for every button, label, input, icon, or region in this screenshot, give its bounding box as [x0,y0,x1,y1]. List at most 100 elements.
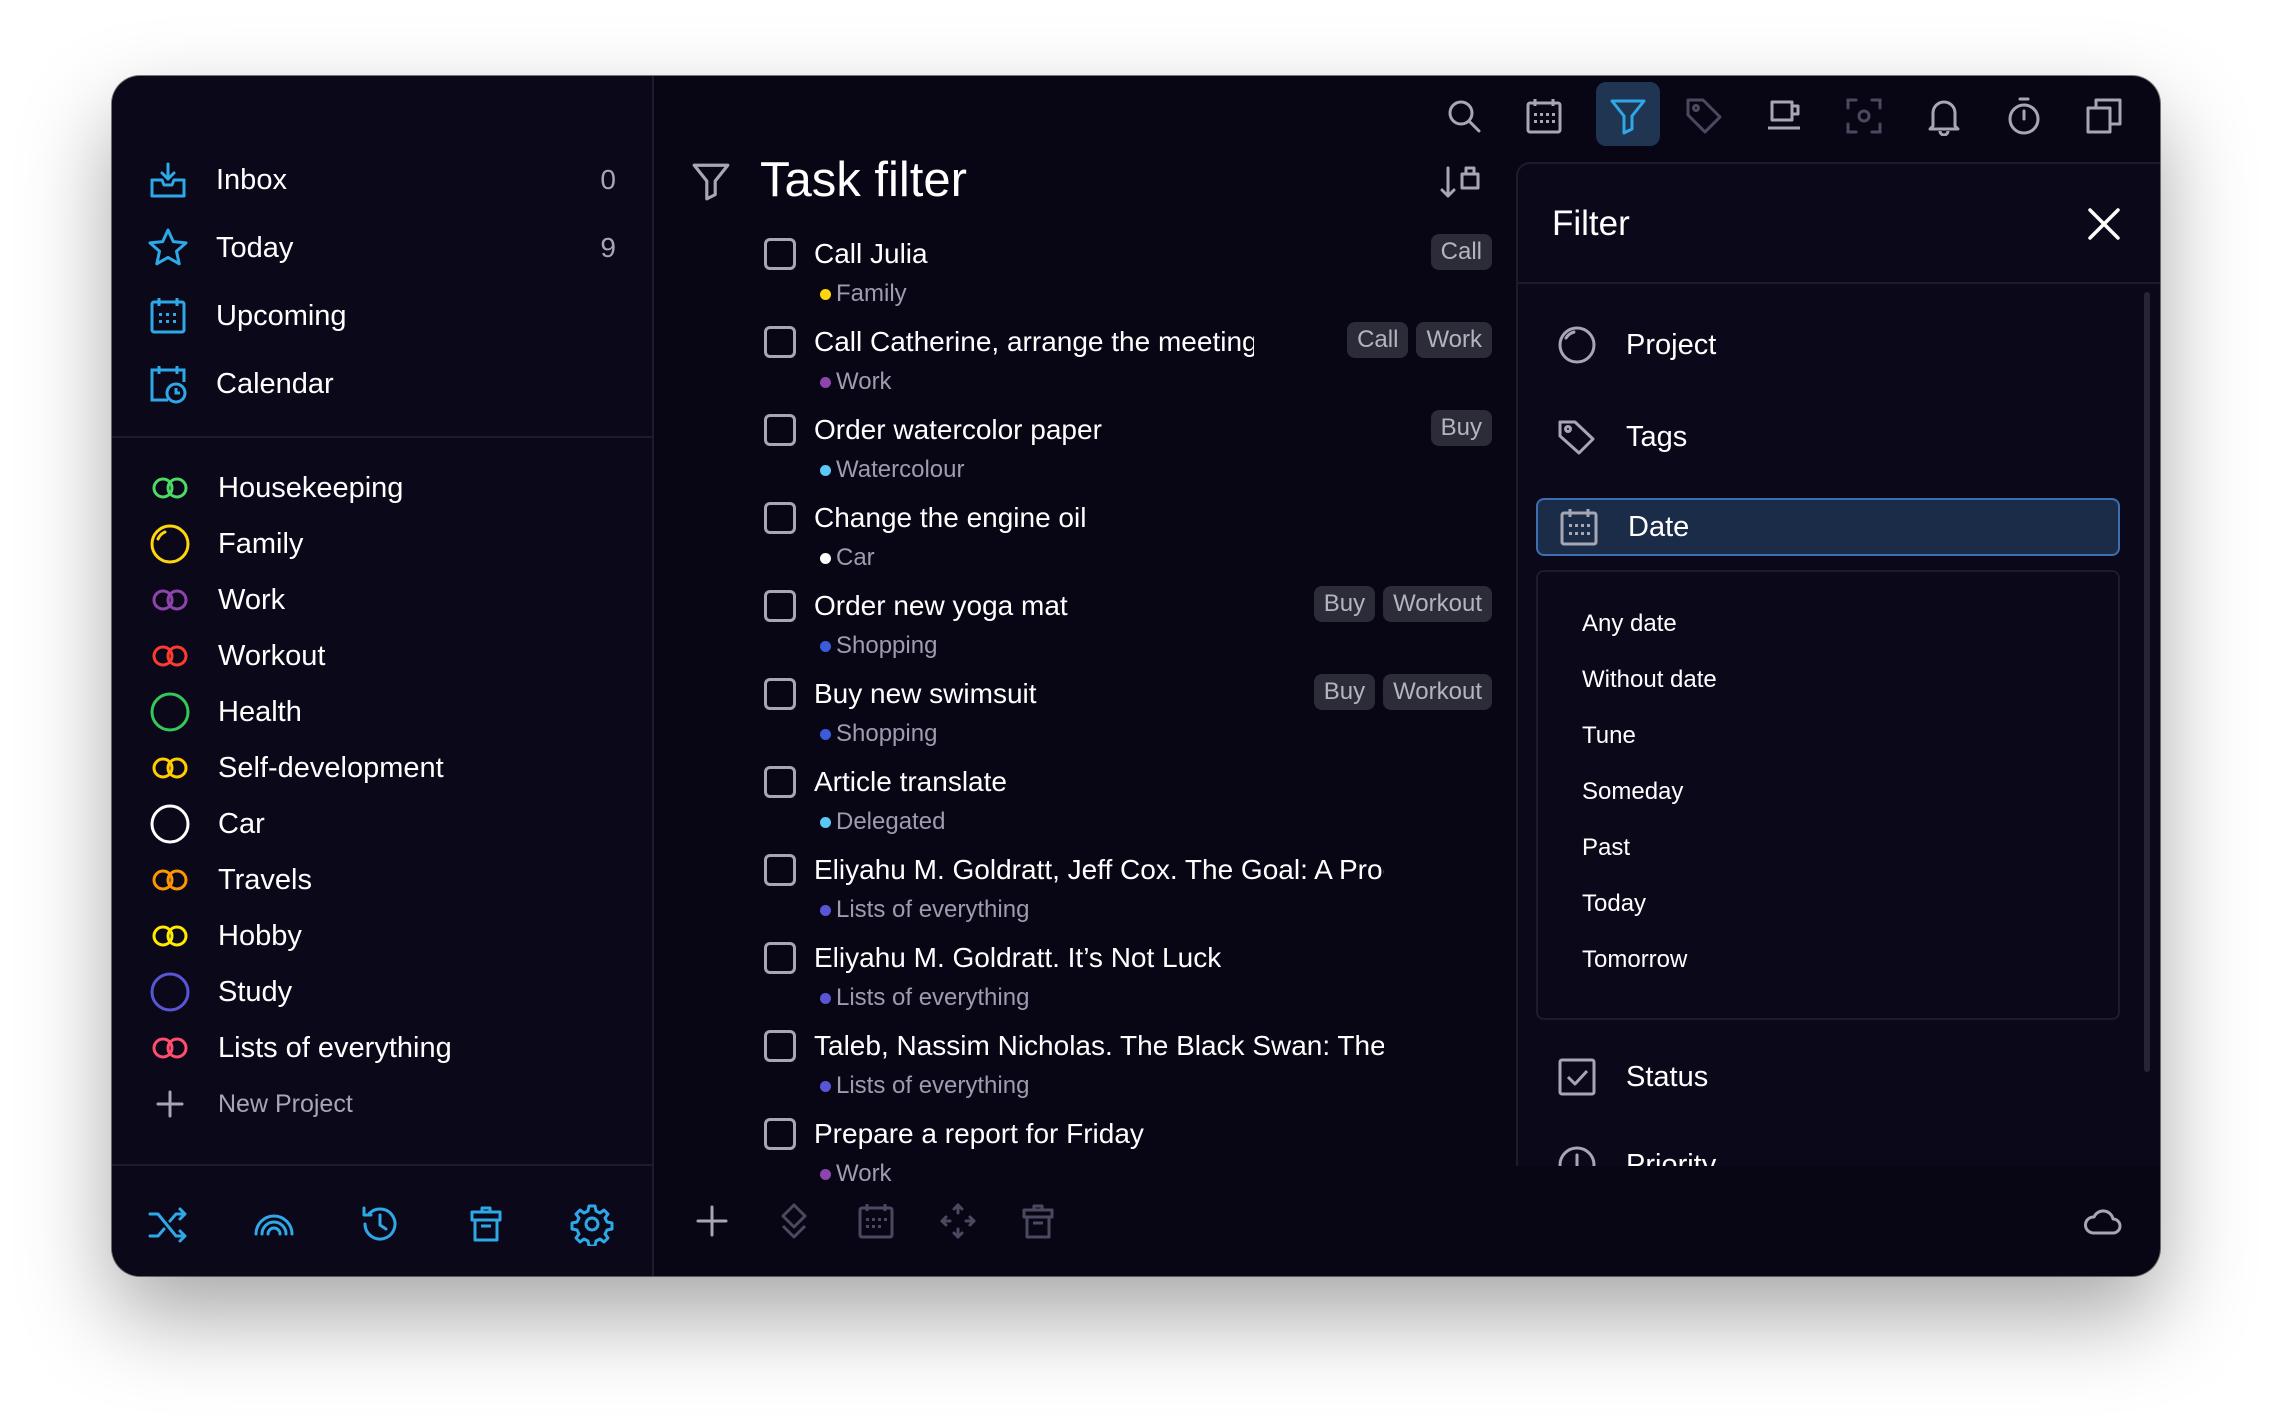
timer-icon[interactable] [2004,96,2044,136]
filter-row-priority[interactable]: Priority [1536,1136,2120,1166]
date-option-tomorrow[interactable]: Tomorrow [1582,946,1687,974]
coffee-icon[interactable] [1764,96,1804,136]
move-icon[interactable] [938,1201,978,1241]
rainbow-icon[interactable] [252,1202,296,1246]
task-checkbox[interactable] [764,854,796,886]
sidebar-item-inbox[interactable]: Inbox 0 [112,146,652,214]
task-row[interactable]: Prepare a report for Friday Work [762,1114,1512,1202]
cloud-sync-icon[interactable] [2082,1201,2122,1241]
filter-scrollbar[interactable] [2144,292,2150,1072]
tag-chip[interactable]: Workout [1383,674,1492,710]
sidebar-item-today[interactable]: Today 9 [112,214,652,282]
task-row[interactable]: Order new yoga mat Shopping Buy Workout [762,586,1512,674]
filter-icon[interactable] [1608,96,1648,136]
date-option-past[interactable]: Past [1582,834,1630,862]
sidebar-project-item[interactable]: Family [112,516,652,572]
shuffle-icon[interactable] [146,1202,190,1246]
star-icon [148,228,188,266]
project-dot [820,905,831,916]
date-option-without-date[interactable]: Without date [1582,666,1717,694]
filter-panel: Filter Project Tags Date Any date Withou… [1516,162,2160,1166]
task-row[interactable]: Taleb, Nassim Nicholas. The Black Swan: … [762,1026,1512,1114]
sidebar-divider [112,436,652,438]
sidebar-project-item[interactable]: Housekeeping [112,460,652,516]
task-checkbox[interactable] [764,678,796,710]
tag-chip[interactable]: Call [1347,322,1409,358]
trash-icon[interactable] [1018,1201,1058,1241]
sidebar-project-item[interactable]: Car [112,796,652,852]
task-checkbox[interactable] [764,590,796,622]
sidebar-project-item[interactable]: Study [112,964,652,1020]
settings-icon[interactable] [570,1202,614,1246]
date-option-tune[interactable]: Tune [1582,722,1636,750]
windows-icon[interactable] [2084,96,2124,136]
filter-row-status[interactable]: Status [1536,1048,2120,1106]
sidebar-item-calendar[interactable]: Calendar [112,350,652,418]
tag-chip[interactable]: Buy [1313,674,1376,710]
sort-icon[interactable] [1438,162,1484,202]
bell-icon[interactable] [1924,96,1964,136]
calendar-icon[interactable] [1524,96,1564,136]
project-dot [820,1169,831,1180]
date-option-today[interactable]: Today [1582,890,1646,918]
task-checkbox[interactable] [764,502,796,534]
task-project: Watercolour [836,456,965,483]
sidebar-project-label: Workout [218,639,326,672]
task-row[interactable]: Call Julia Family Call [762,234,1512,322]
tag-chip[interactable]: Work [1416,322,1492,358]
filter-row-date[interactable]: Date [1536,498,2120,556]
task-row[interactable]: Article translate Delegated [762,762,1512,850]
sidebar-item-upcoming[interactable]: Upcoming [112,282,652,350]
task-title: Prepare a report for Friday [814,1118,1144,1149]
filter-row-label: Project [1626,328,1717,361]
task-title: Call Julia [814,238,928,269]
task-project: Lists of everything [836,1072,1030,1099]
task-checkbox[interactable] [764,766,796,798]
task-row[interactable]: Call Catherine, arrange the meeting Work C… [762,322,1512,410]
task-project: Shopping [836,632,938,659]
project-list: Housekeeping Family Work Workout Health Self-… [112,460,652,1132]
sidebar-project-item[interactable]: Hobby [112,908,652,964]
date-option-someday[interactable]: Someday [1582,778,1683,806]
history-icon[interactable] [358,1202,402,1246]
task-row[interactable]: Change the engine oil Car [762,498,1512,586]
close-icon[interactable] [2084,204,2124,244]
project-dot [820,465,831,476]
sidebar-project-item[interactable]: Self-development [112,740,652,796]
sidebar-project-item[interactable]: Health [112,684,652,740]
task-title: Eliyahu M. Goldratt. It’s Not Luck [814,942,1222,973]
task-checkbox[interactable] [764,1030,796,1062]
sidebar-project-item[interactable]: Workout [112,628,652,684]
filter-row-project[interactable]: Project [1536,316,2120,374]
task-row[interactable]: Eliyahu M. Goldratt, Jeff Cox. The Goal:… [762,850,1512,938]
trash-icon[interactable] [464,1202,508,1246]
sidebar-project-item[interactable]: Travels [112,852,652,908]
tag-chip[interactable]: Buy [1430,410,1492,446]
date-icon[interactable] [856,1201,896,1241]
sidebar-project-item[interactable]: Work [112,572,652,628]
task-row[interactable]: Buy new swimsuit Shopping Buy Workout [762,674,1512,762]
date-option-any[interactable]: Any date [1582,610,1677,638]
tag-icon[interactable] [1684,96,1724,136]
filter-row-tags[interactable]: Tags [1536,408,2120,466]
task-tags: Buy Workout [1313,586,1492,622]
sidebar-bottom-bar [112,1172,652,1276]
sidebar-item-label: Inbox [216,163,287,196]
filter-row-label: Date [1628,510,1690,543]
search-icon[interactable] [1444,96,1484,136]
sidebar-project-item[interactable]: Lists of everything [112,1020,652,1076]
task-checkbox[interactable] [764,942,796,974]
task-checkbox[interactable] [764,238,796,270]
tag-chip[interactable]: Call [1430,234,1492,270]
task-checkbox[interactable] [764,326,796,358]
priority-icon[interactable] [774,1201,814,1241]
focus-icon[interactable] [1844,96,1884,136]
tag-chip[interactable]: Workout [1383,586,1492,622]
tag-chip[interactable]: Buy [1313,586,1376,622]
task-row[interactable]: Eliyahu M. Goldratt. It’s Not Luck Lists … [762,938,1512,1026]
add-icon[interactable] [692,1201,732,1241]
task-checkbox[interactable] [764,1118,796,1150]
new-project-button[interactable]: New Project [112,1076,652,1132]
task-row[interactable]: Order watercolor paper Watercolour Buy [762,410,1512,498]
task-checkbox[interactable] [764,414,796,446]
